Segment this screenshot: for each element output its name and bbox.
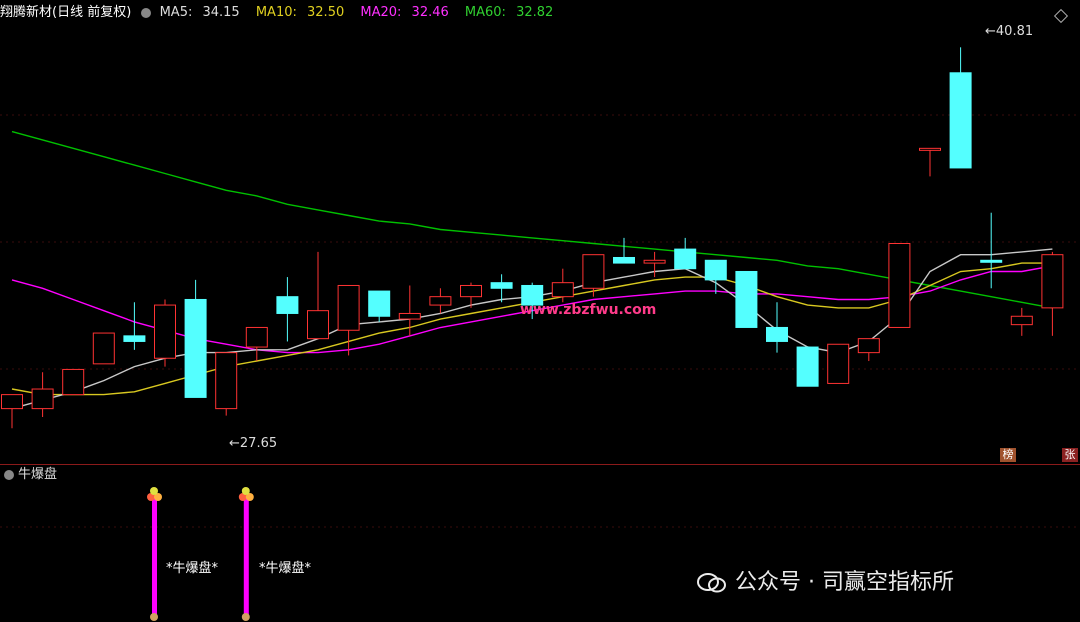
- collapse-icon[interactable]: [4, 469, 14, 480]
- ma10-key: MA10:: [255, 5, 297, 20]
- candle-body: [398, 312, 421, 320]
- candle-body: [643, 259, 666, 264]
- indicator-title[interactable]: 牛爆盘: [18, 467, 57, 482]
- candle-body: [429, 296, 452, 306]
- panel-separator: [0, 464, 1080, 465]
- candle-body: [949, 72, 972, 169]
- low-value: 27.65: [239, 436, 278, 451]
- candle-body: [337, 284, 360, 331]
- candle-body: [276, 296, 299, 314]
- candle-body: [215, 352, 238, 410]
- candle-body: [1, 394, 23, 410]
- candle-body: [551, 282, 574, 298]
- candle-body: [766, 326, 788, 342]
- chart-header: 翔腾新材(日线 前复权) MA5: 34.15 MA10: 32.50 MA20…: [0, 0, 1080, 26]
- signal-dot: [150, 487, 158, 495]
- candle-body: [184, 298, 207, 398]
- candle-body: [980, 259, 1003, 263]
- signal-dot: [241, 487, 250, 495]
- high-price-label: ←40.81: [985, 24, 1033, 39]
- ma20-value: 32.46: [411, 5, 449, 20]
- candle-body: [674, 248, 697, 270]
- candle-body: [613, 256, 635, 264]
- ma10-value: 32.50: [307, 5, 345, 20]
- limit-badge[interactable]: 张: [1062, 448, 1078, 462]
- candle-body: [368, 290, 391, 317]
- ma60-label: MA60: 32.82: [465, 5, 559, 20]
- signal-bar: [243, 497, 249, 619]
- candle-body: [62, 368, 85, 396]
- candle-body: [245, 326, 268, 348]
- indicator-header: 牛爆盘: [0, 465, 57, 485]
- candle-body: [827, 343, 850, 384]
- signal-label-2: *牛爆盘*: [259, 561, 312, 576]
- candle-body: [92, 332, 115, 365]
- high-arrow: ←: [985, 24, 996, 39]
- stock-name[interactable]: 翔腾新材: [0, 5, 52, 20]
- candle-body: [704, 259, 727, 281]
- low-price-label: ←27.65: [229, 436, 277, 451]
- ma5-label: MA5: 34.15: [160, 5, 246, 20]
- candle-body: [154, 304, 176, 359]
- candle-body: [857, 338, 880, 354]
- signal-dot: [241, 613, 250, 621]
- ma5-value: 34.15: [202, 5, 240, 20]
- candle-body: [796, 346, 819, 387]
- signal-bar: [152, 497, 157, 619]
- candle-body: [31, 388, 54, 410]
- signal-dot: [150, 613, 158, 621]
- ma60-key: MA60:: [464, 5, 506, 20]
- wechat-text: 公众号 · 司赢空指标所: [735, 570, 954, 595]
- settings-icon[interactable]: [141, 7, 152, 18]
- ma60-value: 32.82: [516, 5, 554, 20]
- candle-body: [123, 335, 146, 342]
- candle-body: [1010, 315, 1033, 326]
- candle-body: [582, 254, 605, 289]
- wechat-icon: [697, 572, 727, 594]
- candle-body: [735, 270, 758, 328]
- candle-body: [490, 282, 513, 289]
- period-label[interactable]: (日线 前复权): [52, 5, 131, 20]
- candle-body: [888, 242, 911, 328]
- site-watermark: www.zbzfwu.com: [520, 302, 657, 318]
- signal-label-1: *牛爆盘*: [166, 561, 219, 576]
- candle-body: [307, 310, 329, 340]
- low-arrow: ←: [229, 436, 240, 451]
- wechat-watermark: 公众号 · 司赢空指标所: [697, 564, 954, 596]
- ma5-key: MA5:: [159, 5, 193, 20]
- candle-body: [460, 284, 482, 298]
- candle-body: [919, 147, 941, 151]
- ma10-label: MA10: 32.50: [256, 5, 350, 20]
- ma20-label: MA20: 32.46: [360, 5, 454, 20]
- signal-group: [147, 487, 254, 621]
- high-value: 40.81: [995, 24, 1034, 39]
- rank-badge[interactable]: 榜: [1000, 448, 1016, 462]
- candle-body: [1041, 254, 1064, 309]
- ma20-key: MA20:: [360, 5, 402, 20]
